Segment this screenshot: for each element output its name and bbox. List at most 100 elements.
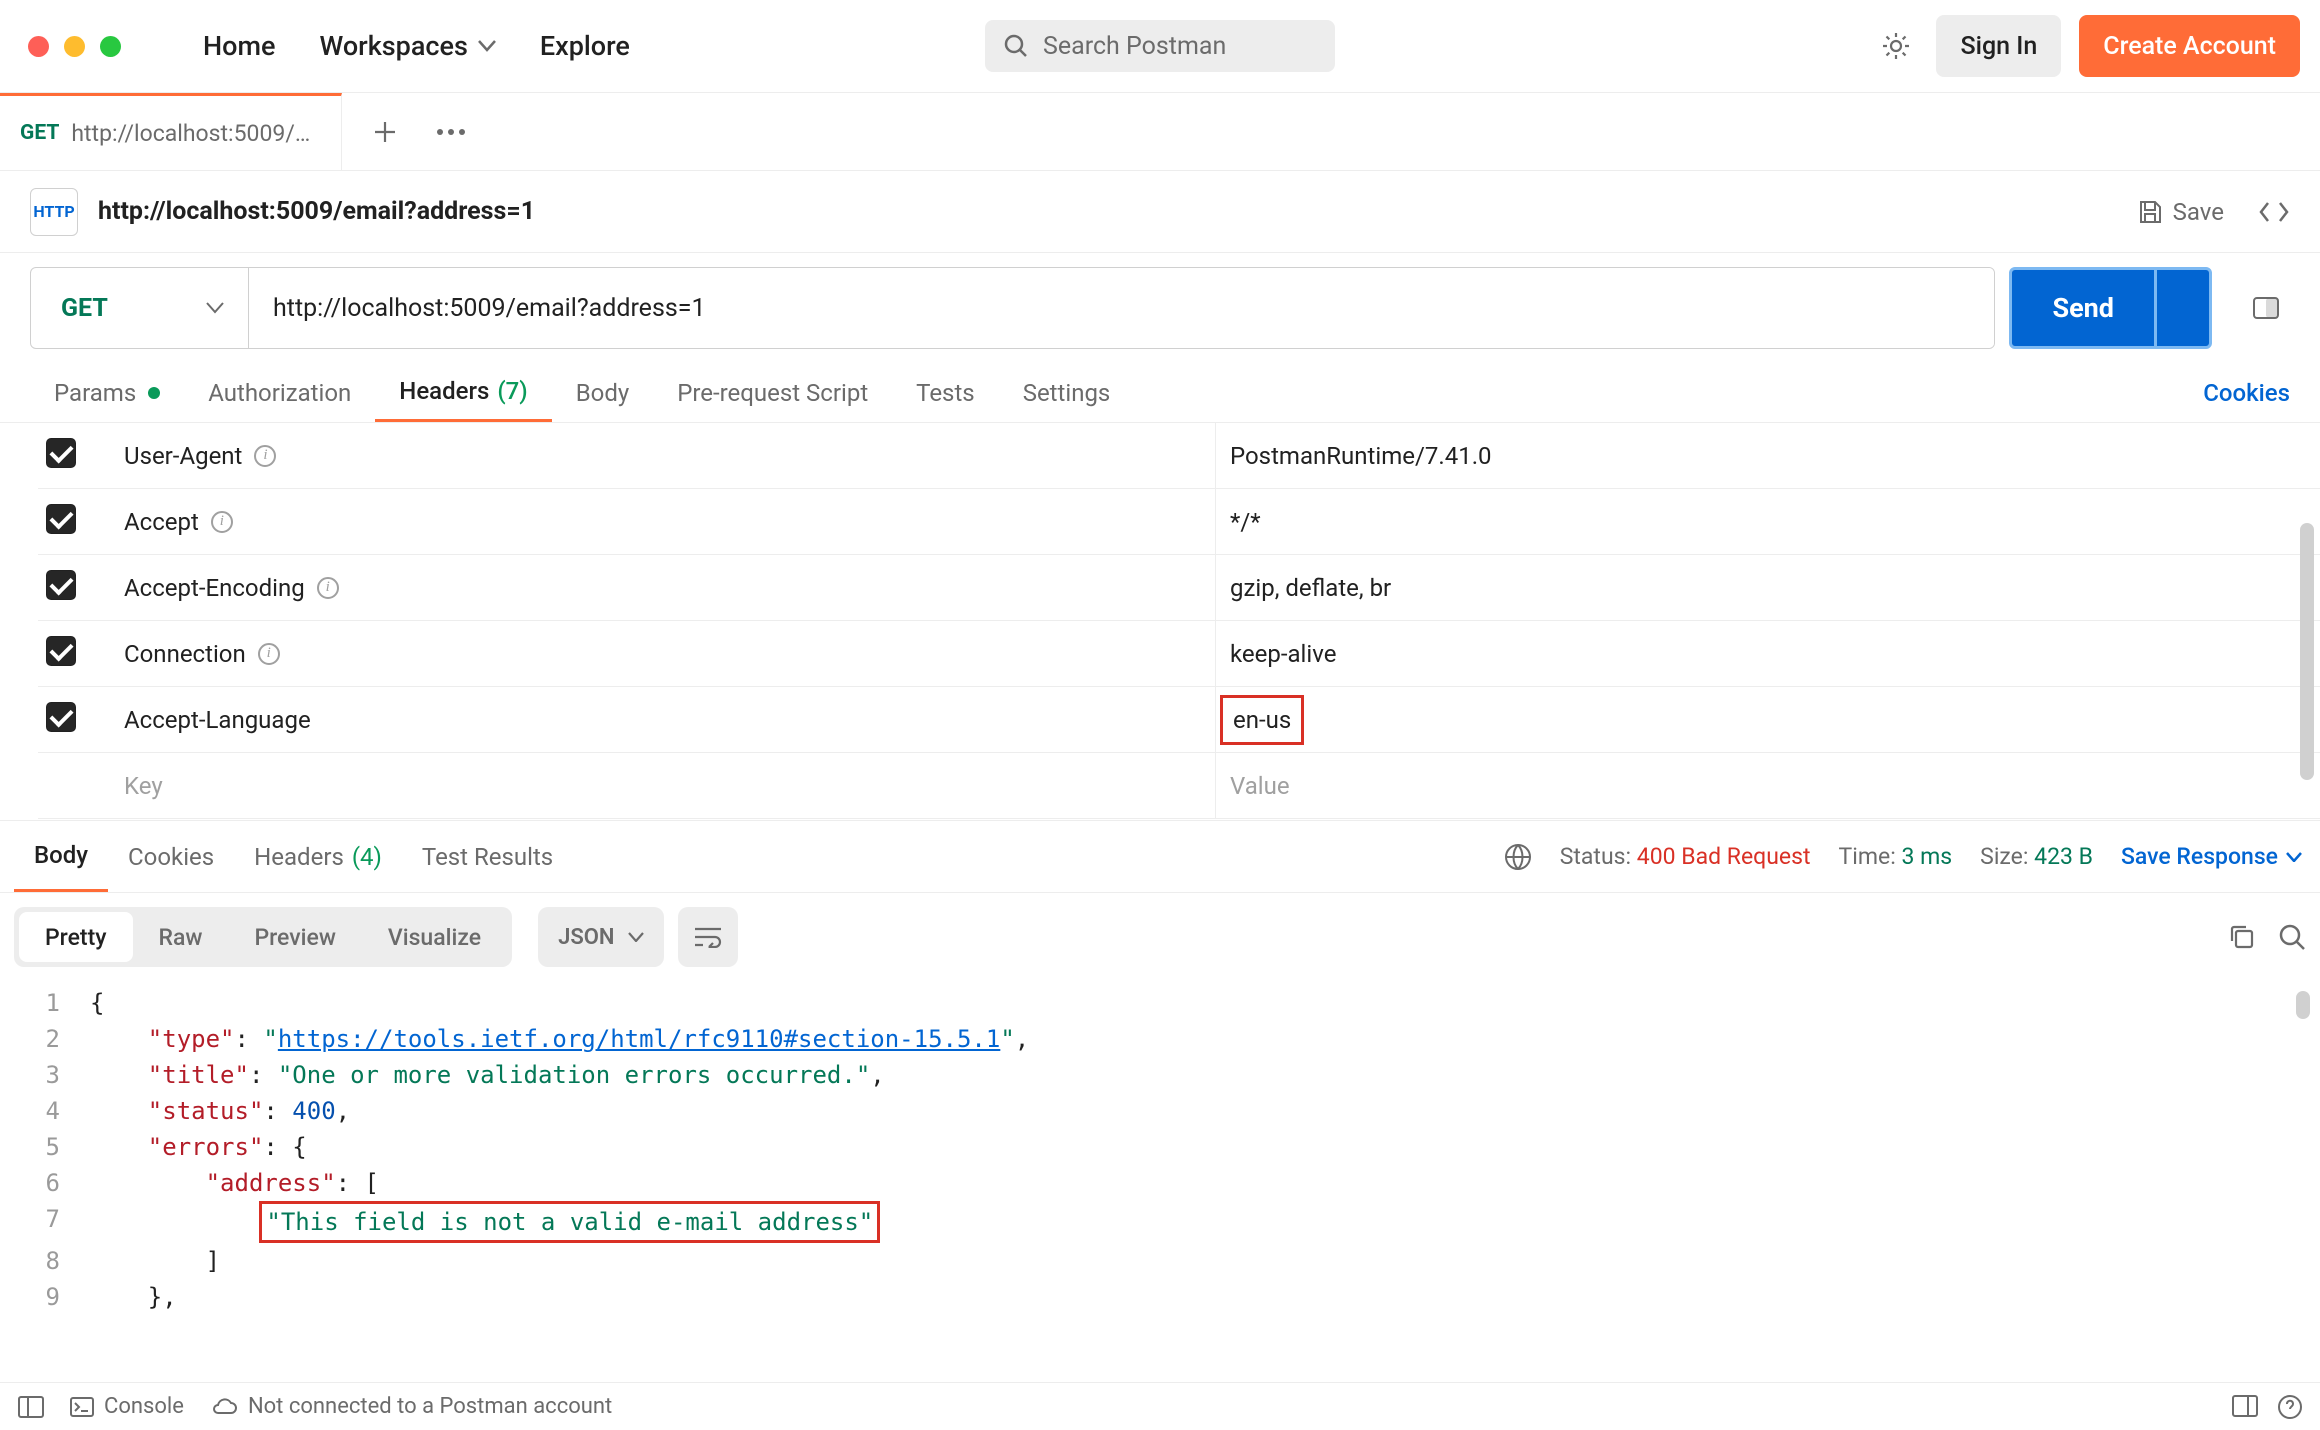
table-row: Accept-Encodingi gzip, deflate, br (38, 555, 2320, 621)
response-toolbar: Pretty Raw Preview Visualize JSON (0, 893, 2320, 981)
request-tab-method: GET (20, 121, 59, 145)
search-icon[interactable] (2278, 923, 2306, 951)
response-tab-testresults[interactable]: Test Results (402, 821, 573, 892)
network-icon[interactable] (1504, 843, 1532, 871)
send-button-label: Send (2012, 270, 2154, 346)
tab-authorization[interactable]: Authorization (184, 363, 375, 422)
tab-more-icon[interactable] (436, 128, 466, 136)
view-preview[interactable]: Preview (228, 912, 361, 962)
scrollbar[interactable] (2296, 991, 2310, 1019)
line-number: 9 (0, 1279, 90, 1315)
tab-prerequest[interactable]: Pre-request Script (653, 363, 892, 422)
info-icon[interactable]: i (211, 511, 233, 533)
line-number: 2 (0, 1021, 90, 1057)
header-key[interactable]: Accept-Language (110, 687, 1215, 752)
response-tab-headers[interactable]: Headers (4) (234, 821, 402, 892)
header-value[interactable]: */* (1215, 489, 2320, 554)
request-tab-title: http://localhost:5009/em... (71, 120, 321, 147)
panel-left-icon[interactable] (18, 1396, 44, 1418)
cookies-link[interactable]: Cookies (2203, 379, 2290, 407)
tab-settings[interactable]: Settings (999, 363, 1135, 422)
save-icon (2137, 199, 2163, 225)
search-placeholder: Search Postman (1043, 32, 1226, 61)
format-select[interactable]: JSON (538, 907, 664, 967)
copy-icon[interactable] (2228, 923, 2256, 951)
response-tab-headers-label: Headers (254, 843, 344, 871)
panel-right-icon[interactable] (2232, 1395, 2258, 1417)
signin-button[interactable]: Sign In (1936, 15, 2061, 77)
url-input[interactable] (249, 268, 1994, 348)
settings-button[interactable] (1874, 24, 1918, 68)
header-key[interactable]: Connectioni (110, 621, 1215, 686)
header-checkbox[interactable] (46, 570, 76, 600)
connection-status-label: Not connected to a Postman account (248, 1394, 612, 1419)
wrap-icon (693, 926, 723, 948)
info-icon[interactable]: i (317, 577, 339, 599)
save-response-button[interactable]: Save Response (2121, 843, 2302, 870)
url-bar: GET Send (0, 253, 2320, 363)
header-value[interactable]: gzip, deflate, br (1215, 555, 2320, 620)
gear-icon (1881, 31, 1911, 61)
header-value-placeholder[interactable]: Value (1215, 753, 2320, 818)
tab-headers-count: (7) (497, 377, 527, 405)
header-checkbox[interactable] (46, 504, 76, 534)
add-tab-icon[interactable] (372, 119, 398, 145)
view-visualize[interactable]: Visualize (362, 912, 507, 962)
response-tab-cookies[interactable]: Cookies (108, 821, 234, 892)
send-button[interactable]: Send (2009, 267, 2212, 349)
headers-table: User-Agenti PostmanRuntime/7.41.0 Accept… (0, 423, 2320, 821)
header-checkbox[interactable] (46, 438, 76, 468)
search-icon (1003, 33, 1029, 59)
header-value[interactable]: keep-alive (1215, 621, 2320, 686)
search-input[interactable]: Search Postman (985, 20, 1335, 72)
highlighted-value: en-us (1220, 695, 1304, 745)
line-number: 3 (0, 1057, 90, 1093)
tab-params[interactable]: Params (30, 363, 184, 422)
line-number: 6 (0, 1165, 90, 1201)
console-label: Console (104, 1394, 184, 1419)
request-tab[interactable]: GET http://localhost:5009/em... (0, 93, 342, 170)
scrollbar[interactable] (2300, 523, 2314, 780)
header-key[interactable]: User-Agenti (110, 423, 1215, 488)
code-icon[interactable] (2258, 200, 2290, 224)
size-metric: Size: 423 B (1980, 843, 2093, 870)
send-split-button[interactable] (2154, 270, 2209, 346)
header-checkbox[interactable] (46, 636, 76, 666)
table-row-placeholder: Key Value (38, 753, 2320, 819)
header-key[interactable]: Accept-Encodingi (110, 555, 1215, 620)
view-mode-segmented: Pretty Raw Preview Visualize (14, 907, 512, 967)
params-indicator-icon (148, 387, 160, 399)
tab-headers-label: Headers (399, 377, 489, 405)
tab-tests[interactable]: Tests (892, 363, 999, 422)
wrap-lines-button[interactable] (678, 907, 738, 967)
line-number: 1 (0, 985, 90, 1021)
minimize-window-icon[interactable] (64, 36, 85, 57)
header-key[interactable]: Accepti (110, 489, 1215, 554)
info-icon[interactable]: i (254, 445, 276, 467)
nav-explore[interactable]: Explore (518, 20, 652, 72)
tab-headers[interactable]: Headers (7) (375, 363, 551, 422)
view-raw[interactable]: Raw (133, 912, 229, 962)
maximize-window-icon[interactable] (100, 36, 121, 57)
nav-workspaces[interactable]: Workspaces (297, 20, 517, 72)
sidebar-toggle-button[interactable] (2242, 284, 2290, 332)
save-button[interactable]: Save (2137, 198, 2224, 226)
close-window-icon[interactable] (28, 36, 49, 57)
response-tab-body[interactable]: Body (14, 821, 108, 892)
chevron-down-icon (206, 302, 224, 314)
header-key-placeholder[interactable]: Key (110, 753, 1215, 818)
nav-home[interactable]: Home (181, 20, 297, 72)
view-pretty[interactable]: Pretty (19, 912, 133, 962)
info-icon[interactable]: i (258, 643, 280, 665)
create-account-button[interactable]: Create Account (2079, 15, 2300, 77)
response-body[interactable]: 1{ 2 "type": "https://tools.ietf.org/htm… (0, 981, 2320, 1317)
method-select[interactable]: GET (31, 268, 249, 348)
help-icon[interactable] (2278, 1395, 2302, 1419)
tab-body[interactable]: Body (552, 363, 654, 422)
header-value[interactable]: en-us (1215, 687, 2320, 752)
header-value[interactable]: PostmanRuntime/7.41.0 (1215, 423, 2320, 488)
line-number: 4 (0, 1093, 90, 1129)
console-button[interactable]: Console (70, 1394, 184, 1419)
header-checkbox[interactable] (46, 702, 76, 732)
status-metric: Status: 400 Bad Request (1560, 843, 1811, 870)
